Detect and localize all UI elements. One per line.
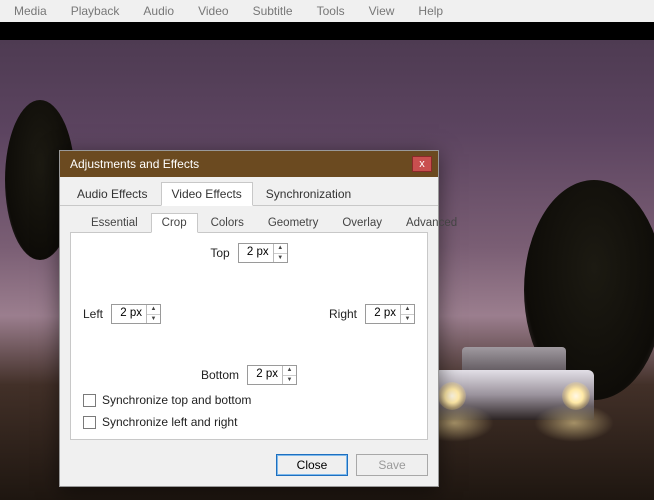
dialog-footer: Close Save [60, 448, 438, 486]
crop-left-spinner[interactable]: 2 px ▲ ▼ [111, 304, 161, 324]
chevron-up-icon[interactable]: ▲ [283, 366, 296, 376]
menu-subtitle[interactable]: Subtitle [243, 2, 303, 20]
sync-left-right-label: Synchronize left and right [102, 415, 237, 429]
video-effects-subtabs: Essential Crop Colors Geometry Overlay A… [70, 206, 428, 233]
crop-left-label: Left [83, 307, 103, 321]
sync-top-bottom-checkbox[interactable] [83, 394, 96, 407]
spinner-buttons[interactable]: ▲ ▼ [273, 244, 287, 262]
crop-left-value[interactable]: 2 px [112, 305, 146, 323]
dialog-titlebar[interactable]: Adjustments and Effects x [60, 151, 438, 177]
tab-audio-effects[interactable]: Audio Effects [66, 182, 159, 206]
tab-synchronization[interactable]: Synchronization [255, 182, 362, 206]
menu-playback[interactable]: Playback [61, 2, 130, 20]
crop-bottom-spinner[interactable]: 2 px ▲ ▼ [247, 365, 297, 385]
crop-top-spinner[interactable]: 2 px ▲ ▼ [238, 243, 288, 263]
close-button[interactable]: Close [276, 454, 348, 476]
spinner-buttons[interactable]: ▲ ▼ [282, 366, 296, 384]
dialog-title: Adjustments and Effects [70, 157, 412, 171]
subtab-advanced[interactable]: Advanced [395, 213, 468, 233]
crop-bottom-value[interactable]: 2 px [248, 366, 282, 384]
crop-panel: Top 2 px ▲ ▼ Left 2 px ▲ [70, 233, 428, 440]
adjustments-effects-dialog: Adjustments and Effects x Audio Effects … [59, 150, 439, 487]
crop-right-value[interactable]: 2 px [366, 305, 400, 323]
chevron-up-icon[interactable]: ▲ [147, 305, 160, 315]
menu-media[interactable]: Media [4, 2, 57, 20]
crop-top-value[interactable]: 2 px [239, 244, 273, 262]
crop-bottom-label: Bottom [201, 368, 239, 382]
menu-help[interactable]: Help [408, 2, 453, 20]
video-area: Adjustments and Effects x Audio Effects … [0, 22, 654, 500]
chevron-up-icon[interactable]: ▲ [274, 244, 287, 254]
crop-top-label: Top [210, 246, 229, 260]
chevron-up-icon[interactable]: ▲ [401, 305, 414, 315]
chevron-down-icon[interactable]: ▼ [401, 315, 414, 324]
menubar: Media Playback Audio Video Subtitle Tool… [0, 0, 654, 22]
save-button[interactable]: Save [356, 454, 428, 476]
chevron-down-icon[interactable]: ▼ [147, 315, 160, 324]
tab-video-effects[interactable]: Video Effects [161, 182, 253, 206]
spinner-buttons[interactable]: ▲ ▼ [400, 305, 414, 323]
subtab-colors[interactable]: Colors [200, 213, 255, 233]
subtab-crop[interactable]: Crop [151, 213, 198, 233]
chevron-down-icon[interactable]: ▼ [274, 254, 287, 263]
spinner-buttons[interactable]: ▲ ▼ [146, 305, 160, 323]
chevron-down-icon[interactable]: ▼ [283, 376, 296, 385]
crop-right-spinner[interactable]: 2 px ▲ ▼ [365, 304, 415, 324]
car [434, 350, 594, 430]
menu-audio[interactable]: Audio [133, 2, 184, 20]
subtab-overlay[interactable]: Overlay [331, 213, 393, 233]
headlight-icon [562, 382, 590, 410]
headlight-icon [438, 382, 466, 410]
subtab-essential[interactable]: Essential [80, 213, 149, 233]
main-tabs: Audio Effects Video Effects Synchronizat… [60, 177, 438, 206]
sync-left-right-checkbox[interactable] [83, 416, 96, 429]
subtab-geometry[interactable]: Geometry [257, 213, 330, 233]
menu-view[interactable]: View [359, 2, 405, 20]
close-icon[interactable]: x [412, 156, 432, 172]
menu-video[interactable]: Video [188, 2, 238, 20]
sync-top-bottom-label: Synchronize top and bottom [102, 393, 251, 407]
crop-right-label: Right [329, 307, 357, 321]
menu-tools[interactable]: Tools [307, 2, 355, 20]
